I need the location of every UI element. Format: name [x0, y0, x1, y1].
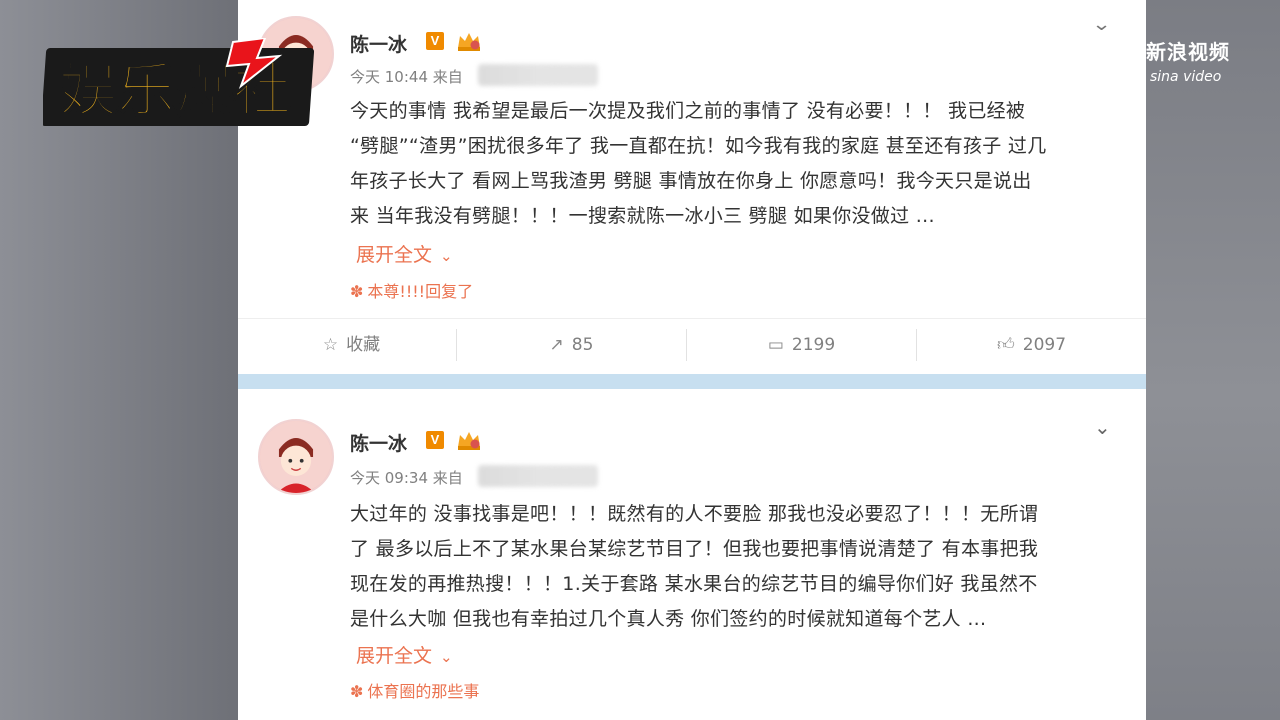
- weibo-post: ⌄ 陈一冰 V 今天 09:34 来自 大过年的 没事找事是吧！！！既然有的人不…: [238, 389, 1146, 720]
- show-logo: 娱乐爆社: [43, 38, 315, 126]
- verified-badge: V: [426, 32, 444, 50]
- expand-full-text-link[interactable]: 展开全文 ⌄: [356, 240, 453, 267]
- comment-count: 2199: [791, 335, 836, 355]
- post-toolbar: ☆ 收藏 ↗ 85 ▭ 2199 👍︎ 2097: [238, 318, 1146, 370]
- post-line: 现在发的再推热搜！！！1.关于套路 某水果台的综艺节目的编导你们好 我虽然不: [350, 573, 1038, 595]
- post-line: 大过年的 没事找事是吧！！！既然有的人不要脸 那我也没必要忍了！！！无所谓: [350, 503, 1039, 525]
- username[interactable]: 陈一冰: [350, 429, 407, 456]
- chevron-down-icon[interactable]: ⌄: [1094, 415, 1116, 439]
- star-icon: ☆: [322, 335, 339, 355]
- weibo-post: ⌄ 陈一冰 V 今天 10:44 来自 今天的事情 我希望是最后一次提及我们之前…: [238, 0, 1146, 374]
- post-line: 是什么大咖 但我也有幸拍过几个真人秀 你们签约的时候就知道每个艺人 ...: [350, 608, 987, 630]
- like-button[interactable]: 👍︎ 2097: [918, 319, 1145, 371]
- like-count: 2097: [1022, 335, 1067, 355]
- post-line: 今天的事情 我希望是最后一次提及我们之前的事情了 没有必要！！！ 我已经被: [350, 100, 1026, 122]
- favorite-label: 收藏: [346, 335, 381, 355]
- watermark-en: sina video: [1150, 69, 1222, 85]
- expand-label: 展开全文: [356, 244, 433, 266]
- crown-icon: [458, 432, 480, 450]
- expand-label: 展开全文: [356, 645, 433, 667]
- chevron-down-icon[interactable]: ⌄: [1092, 14, 1112, 35]
- sina-video-watermark: 新浪视频 sina video: [1146, 36, 1230, 85]
- post-line: 了 最多以后上不了某水果台某综艺节目了！但我也要把事情说清楚了 有本事把我: [350, 538, 1039, 560]
- blurred-source: [478, 64, 598, 86]
- repost-icon: ↗: [549, 335, 564, 355]
- right-background: [1146, 0, 1280, 720]
- post-divider: [238, 374, 1146, 389]
- post-meta: 今天 09:34 来自: [350, 467, 463, 488]
- post-source[interactable]: ✽ 本尊!!!!回复了: [350, 278, 473, 302]
- post-source[interactable]: ✽ 体育圈的那些事: [350, 678, 479, 702]
- crown-icon: [458, 33, 480, 51]
- toolbar-divider: [916, 329, 917, 361]
- post-meta: 今天 10:44 来自: [350, 66, 463, 87]
- favorite-button[interactable]: ☆ 收藏: [238, 319, 465, 371]
- post-from-label: 来自: [432, 68, 463, 86]
- comment-button[interactable]: ▭ 2199: [688, 319, 915, 371]
- toolbar-divider: [686, 329, 687, 361]
- comment-icon: ▭: [767, 335, 784, 355]
- post-line: 年孩子长大了 看网上骂我渣男 劈腿 事情放在你身上 你愿意吗！我今天只是说出: [350, 170, 1032, 192]
- repost-button[interactable]: ↗ 85: [458, 319, 685, 371]
- username[interactable]: 陈一冰: [350, 30, 407, 57]
- repost-count: 85: [571, 335, 594, 355]
- source-label: 本尊!!!!回复了: [367, 282, 474, 301]
- post-time[interactable]: 今天 09:34: [350, 469, 428, 487]
- blurred-source: [478, 465, 598, 487]
- post-line: 来 当年我没有劈腿！！！一搜索就陈一冰小三 劈腿 如果你没做过 ...: [350, 205, 935, 227]
- post-time[interactable]: 今天 10:44: [350, 68, 428, 86]
- verified-badge: V: [426, 431, 444, 449]
- post-from-label: 来自: [432, 469, 463, 487]
- post-text: 今天的事情 我希望是最后一次提及我们之前的事情了 没有必要！！！ 我已经被 “劈…: [350, 94, 1120, 234]
- toolbar-divider: [456, 329, 457, 361]
- flower-icon: ✽: [350, 682, 364, 701]
- expand-full-text-link[interactable]: 展开全文 ⌄: [356, 641, 453, 668]
- chevron-down-icon: ⌄: [440, 247, 453, 265]
- post-line: “劈腿”“渣男”困扰很多年了 我一直都在抗！如今我有我的家庭 甚至还有孩子 过几: [350, 135, 1047, 157]
- thumbs-up-icon: 👍︎: [996, 335, 1015, 355]
- flower-icon: ✽: [350, 282, 364, 301]
- watermark-cn: 新浪视频: [1146, 40, 1230, 64]
- post-text: 大过年的 没事找事是吧！！！既然有的人不要脸 那我也没必要忍了！！！无所谓 了 …: [350, 497, 1120, 637]
- weibo-feed: ⌄ 陈一冰 V 今天 10:44 来自 今天的事情 我希望是最后一次提及我们之前…: [238, 0, 1146, 720]
- chevron-down-icon: ⌄: [440, 648, 453, 666]
- source-label: 体育圈的那些事: [367, 682, 480, 701]
- avatar[interactable]: [258, 419, 334, 495]
